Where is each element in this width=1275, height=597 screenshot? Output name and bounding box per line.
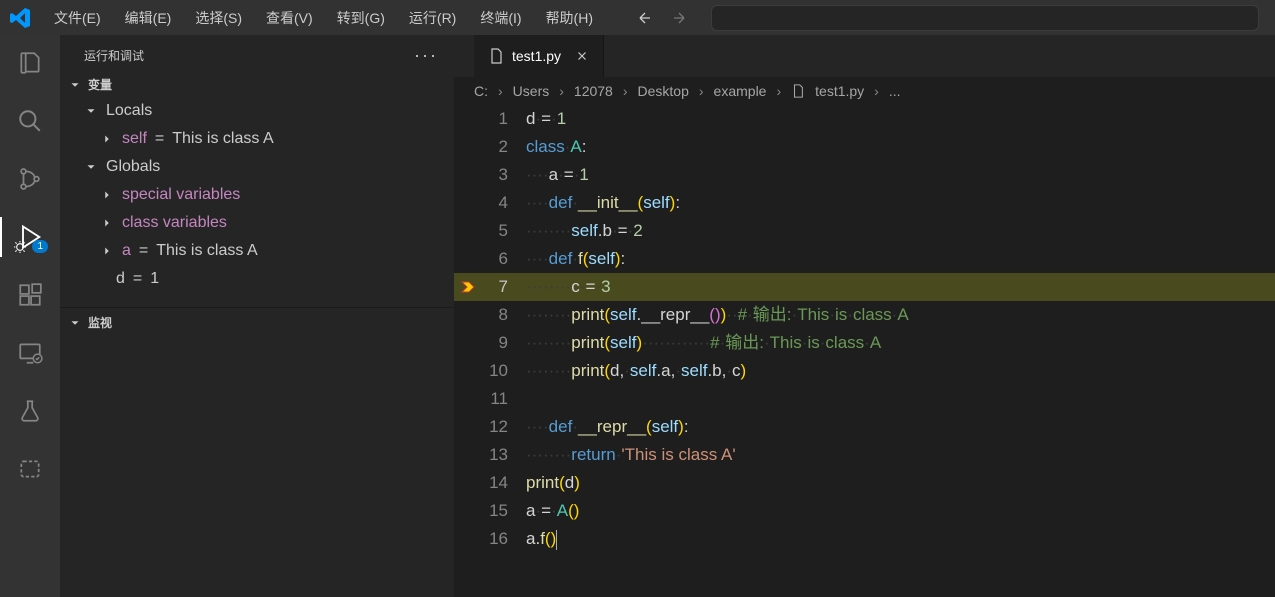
crumb[interactable]: 12078 <box>574 83 613 99</box>
menu-edit[interactable]: 编辑(E) <box>115 4 182 32</box>
search-icon[interactable] <box>16 107 44 135</box>
var-d[interactable]: d = 1 <box>60 265 454 293</box>
var-name: class variables <box>122 214 227 232</box>
globals-label: Globals <box>106 158 160 176</box>
locals-label: Locals <box>106 102 152 120</box>
extensions-icon[interactable] <box>16 281 44 309</box>
menu-run[interactable]: 运行(R) <box>399 4 466 32</box>
bottom-icon[interactable] <box>16 455 44 483</box>
var-value: This is class A <box>172 130 273 148</box>
activity-bar: 1 <box>0 35 60 597</box>
editor-area: test1.py C:› Users› 12078› Desktop› exam… <box>454 35 1275 597</box>
menu-selection[interactable]: 选择(S) <box>185 4 252 32</box>
execution-pointer-icon <box>454 279 482 295</box>
sidebar-panel: 运行和调试 ··· 变量 Locals self = This is class… <box>60 35 454 597</box>
run-debug-icon[interactable]: 1 <box>16 223 44 251</box>
crumb[interactable]: test1.py <box>815 83 864 99</box>
var-special[interactable]: special variables <box>60 181 454 209</box>
var-name: special variables <box>122 186 240 204</box>
crumb[interactable]: Users <box>513 83 550 99</box>
nav-forward-icon[interactable] <box>671 10 687 26</box>
variables-label: 变量 <box>88 76 112 93</box>
var-value: This is class A <box>156 242 257 260</box>
tab-test1[interactable]: test1.py <box>474 35 604 77</box>
title-bar: 文件(E) 编辑(E) 选择(S) 查看(V) 转到(G) 运行(R) 终端(I… <box>0 0 1275 35</box>
menu-file[interactable]: 文件(E) <box>44 4 111 32</box>
watch-section-header[interactable]: 监视 <box>60 307 454 335</box>
breadcrumbs[interactable]: C:› Users› 12078› Desktop› example› test… <box>454 77 1275 105</box>
close-icon[interactable] <box>575 49 589 63</box>
remote-explorer-icon[interactable] <box>16 339 44 367</box>
var-name: d <box>116 270 125 288</box>
crumb[interactable]: Desktop <box>638 83 689 99</box>
var-name: self <box>122 130 147 148</box>
chevron-down-icon <box>68 78 82 92</box>
file-icon <box>791 84 805 98</box>
code-editor[interactable]: 1d·=·1 2class·A: 3····a·=·1 4····def·__i… <box>454 105 1275 597</box>
explorer-icon[interactable] <box>16 49 44 77</box>
vscode-logo-icon <box>8 6 32 30</box>
testing-icon[interactable] <box>16 397 44 425</box>
watch-label: 监视 <box>88 314 112 331</box>
chevron-right-icon <box>100 188 114 202</box>
menu-go[interactable]: 转到(G) <box>327 4 395 32</box>
equals: = <box>155 130 164 148</box>
debug-badge: 1 <box>32 240 48 253</box>
var-value: 1 <box>150 270 159 288</box>
current-execution-line: 7········c·=·3 <box>454 273 1275 301</box>
chevron-down-icon <box>68 316 82 330</box>
menu-view[interactable]: 查看(V) <box>256 4 323 32</box>
globals-scope[interactable]: Globals <box>60 153 454 181</box>
chevron-right-icon <box>100 132 114 146</box>
sidebar-more-icon[interactable]: ··· <box>414 45 438 66</box>
crumb[interactable]: C: <box>474 83 488 99</box>
file-icon <box>488 48 504 64</box>
main-layout: 1 运行和调试 ··· 变量 Locals <box>0 35 1275 597</box>
equals: = <box>133 270 142 288</box>
crumb[interactable]: example <box>714 83 767 99</box>
sidebar-title: 运行和调试 <box>84 47 144 64</box>
sidebar-title-row: 运行和调试 ··· <box>60 35 454 72</box>
var-name: a <box>122 242 131 260</box>
var-self[interactable]: self = This is class A <box>60 125 454 153</box>
chevron-down-icon <box>84 160 98 174</box>
variables-tree: Locals self = This is class A Globals sp… <box>60 97 454 293</box>
source-control-icon[interactable] <box>16 165 44 193</box>
command-center-search[interactable] <box>711 5 1259 31</box>
nav-back-icon[interactable] <box>637 10 653 26</box>
var-classvars[interactable]: class variables <box>60 209 454 237</box>
menu-help[interactable]: 帮助(H) <box>536 4 603 32</box>
crumb[interactable]: ... <box>889 83 901 99</box>
locals-scope[interactable]: Locals <box>60 97 454 125</box>
chevron-right-icon <box>100 216 114 230</box>
chevron-down-icon <box>84 104 98 118</box>
tab-bar: test1.py <box>454 35 1275 77</box>
tab-label: test1.py <box>512 48 561 64</box>
equals: = <box>139 242 148 260</box>
var-a[interactable]: a = This is class A <box>60 237 454 265</box>
variables-section-header[interactable]: 变量 <box>60 72 454 97</box>
menu-terminal[interactable]: 终端(I) <box>470 4 531 32</box>
chevron-right-icon <box>100 244 114 258</box>
